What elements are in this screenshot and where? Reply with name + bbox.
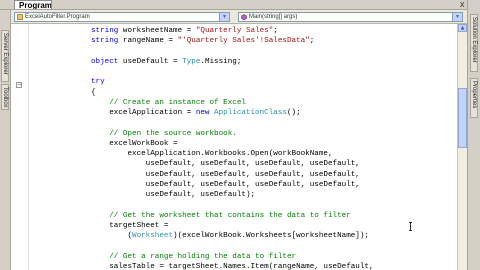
code-line: useDefault, useDefault, useDefault, useD… <box>91 180 360 190</box>
properties-tab[interactable]: Properties <box>470 78 478 118</box>
code-line: useDefault, useDefault); <box>91 190 255 200</box>
code-kw: try <box>91 78 105 87</box>
code-text: useDefault, useDefault, useDefault, useD… <box>91 180 360 189</box>
code-line: // Get a range holding the data to filte… <box>91 252 296 262</box>
code-line: excelApplication.Workbooks.Open(workBook… <box>91 149 333 159</box>
server-explorer-label: Server Explorer <box>2 33 8 75</box>
solution-explorer-label: Solution Explorer <box>471 17 477 63</box>
code-text: salesTable = targetSheet.Names.Item(rang… <box>91 262 374 270</box>
method-icon <box>241 14 247 20</box>
code-line: try <box>91 77 105 87</box>
code-text: useDefault, useDefault, useDefault, useD… <box>91 170 360 179</box>
tab-program-cs[interactable]: Program.cs* <box>14 0 52 9</box>
member-dropdown-value: Main(string[] args) <box>249 14 298 20</box>
code-kw: new <box>195 109 210 117</box>
code-line: { <box>91 88 96 98</box>
scrollbar-thumb[interactable] <box>458 88 467 148</box>
document-tab-strip: Program.cs* x <box>0 0 480 10</box>
server-explorer-tab[interactable]: Server Explorer <box>1 30 9 82</box>
code-text: ; <box>309 37 315 46</box>
code-line: (Worksheet)(excelWorkBook.Worksheets[wor… <box>91 231 369 241</box>
right-tool-rail: Solution Explorer Properties <box>467 0 480 270</box>
close-document-icon[interactable]: x <box>460 0 465 9</box>
code-kw: string <box>91 37 119 46</box>
code-ty: Worksheet <box>132 232 174 240</box>
code-cm: // Get a range holding the data to filte… <box>109 252 297 261</box>
code-text: worksheetName = <box>118 27 196 35</box>
code-cm: // Open the source workbook. <box>109 129 237 138</box>
code-line: useDefault, useDefault, useDefault, useD… <box>91 170 360 180</box>
code-line: // Open the source workbook. <box>91 129 237 139</box>
code-line: targetSheet = <box>91 221 168 231</box>
code-text: rangeName = <box>118 37 178 46</box>
chevron-down-icon: ▼ <box>219 13 229 21</box>
code-text: (); <box>286 109 301 117</box>
code-line: salesTable = targetSheet.Names.Item(rang… <box>91 262 374 270</box>
code-kw: object <box>91 57 119 66</box>
code-ty: ApplicationClass <box>214 109 287 117</box>
code-ty: Type <box>182 57 201 66</box>
code-editor[interactable]: − string worksheetName = "Quarterly Sale… <box>11 24 457 270</box>
code-text: targetSheet = <box>91 221 169 230</box>
code-line: string worksheetName = "Quarterly Sales"… <box>91 26 278 36</box>
code-text: useDefault = <box>118 57 183 66</box>
code-text: .Missing; <box>200 57 242 66</box>
tab-label: Program.cs* <box>19 1 52 9</box>
code-line: // Get the worksheet that contains the d… <box>91 211 351 221</box>
code-line: excelWorkBook = <box>91 139 178 149</box>
code-st: "'Quarterly Sales'!SalesData" <box>177 37 310 46</box>
code-line: string rangeName = "'Quarterly Sales'!Sa… <box>91 36 314 46</box>
text-cursor-icon <box>409 222 412 231</box>
code-line: excelApplication = new ApplicationClass(… <box>91 108 301 118</box>
code-cm: // Create an instance of Excel <box>109 98 246 107</box>
solution-explorer-tab[interactable]: Solution Explorer <box>470 14 478 72</box>
code-text: excelApplication = <box>91 109 196 117</box>
member-dropdown[interactable]: Main(string[] args) ▼ <box>238 12 463 22</box>
code-st: "Quarterly Sales" <box>195 27 274 35</box>
code-text: ( <box>91 232 133 240</box>
code-cm: // Get the worksheet that contains the d… <box>109 211 351 220</box>
code-line: object useDefault = Type.Missing; <box>91 57 241 67</box>
outlining-margin: − <box>11 24 29 270</box>
code-text: { <box>91 88 96 97</box>
class-dropdown-value: ExcelAutoFilter.Program <box>25 14 90 20</box>
code-text: )(excelWorkBook.Worksheets[worksheetName… <box>173 232 369 240</box>
code-text: excelWorkBook = <box>91 139 178 148</box>
code-text: useDefault, useDefault); <box>91 191 256 199</box>
code-text: excelApplication.Workbooks.Open(workBook… <box>91 150 333 158</box>
class-icon <box>17 14 23 20</box>
navigation-bar: ExcelAutoFilter.Program ▼ Main(string[] … <box>0 10 467 24</box>
editor-vertical-scrollbar[interactable]: ▲ <box>457 24 467 270</box>
collapse-toggle[interactable]: − <box>16 82 22 88</box>
scroll-up-button[interactable]: ▲ <box>458 24 467 32</box>
code-line: useDefault, useDefault, useDefault, useD… <box>91 159 360 169</box>
code-kw: string <box>91 27 119 35</box>
toolbox-label: Toolbox <box>2 87 8 108</box>
properties-label: Properties <box>471 81 477 109</box>
chevron-down-icon: ▼ <box>452 13 462 21</box>
toolbox-tab[interactable]: Toolbox <box>1 84 9 110</box>
class-dropdown[interactable]: ExcelAutoFilter.Program ▼ <box>14 12 230 22</box>
code-text: ; <box>273 27 278 35</box>
code-text: useDefault, useDefault, useDefault, useD… <box>91 160 360 169</box>
code-line: // Create an instance of Excel <box>91 98 246 108</box>
left-tool-rail: Server Explorer Toolbox <box>0 10 11 270</box>
